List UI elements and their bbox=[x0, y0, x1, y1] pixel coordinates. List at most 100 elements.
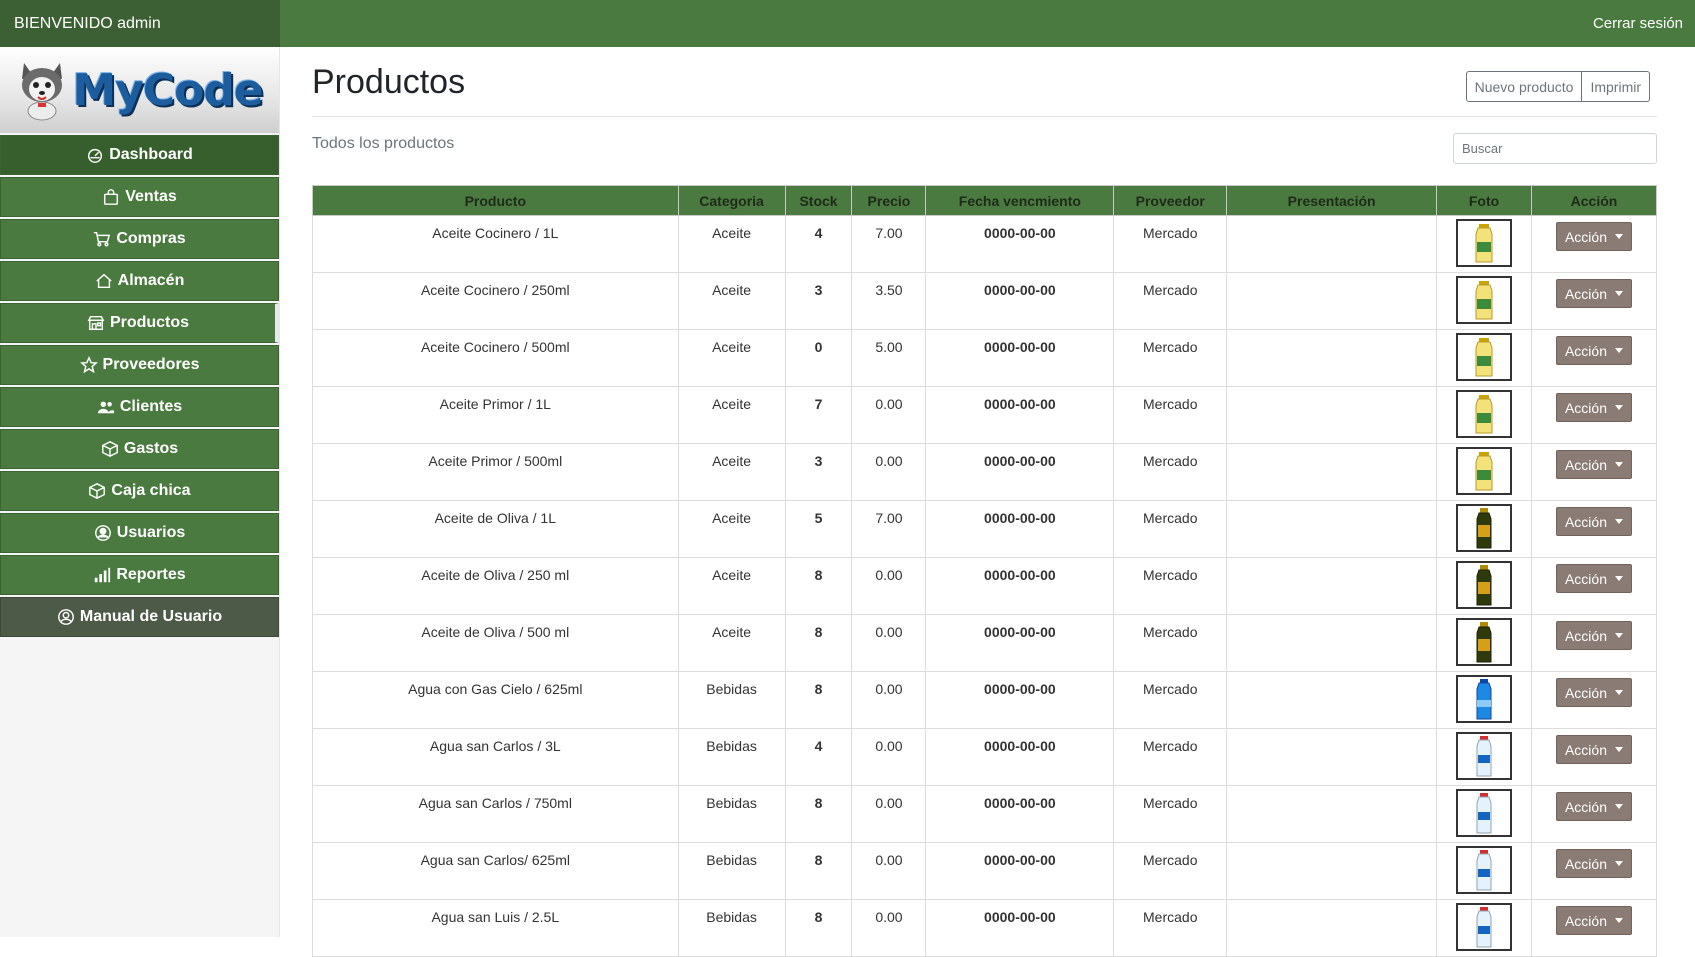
action-dropdown-button[interactable]: Acción bbox=[1555, 678, 1632, 707]
photo-cell bbox=[1436, 386, 1532, 444]
sidebar-item-label: Caja chica bbox=[111, 482, 191, 499]
category-cell: Aceite bbox=[677, 386, 786, 444]
action-dropdown-button[interactable]: Acción bbox=[1555, 792, 1632, 821]
expiry-date-cell: 0000-00-00 bbox=[925, 899, 1115, 957]
print-button[interactable]: Imprimir bbox=[1582, 71, 1650, 102]
product-name-cell: Agua san Carlos/ 625ml bbox=[312, 842, 679, 900]
sidebar-item-reportes[interactable]: Reportes bbox=[0, 555, 279, 595]
top-bar: BIENVENIDO admin Cerrar sesión bbox=[0, 0, 1695, 47]
action-dropdown-button[interactable]: Acción bbox=[1555, 621, 1632, 650]
category-cell: Bebidas bbox=[677, 899, 786, 957]
sidebar-item-compras[interactable]: Compras bbox=[0, 219, 279, 259]
shop-icon bbox=[87, 315, 105, 331]
shopping-bag-icon bbox=[104, 189, 119, 205]
product-photo[interactable] bbox=[1456, 276, 1513, 324]
supplier-cell: Mercado bbox=[1113, 272, 1228, 330]
section-subtitle: Todos los productos bbox=[312, 135, 455, 152]
product-photo[interactable] bbox=[1456, 561, 1513, 609]
table-row: Aceite Primor / 1L Aceite 7 0.00 0000-00-00 M… bbox=[312, 386, 1658, 444]
action-label: Acción bbox=[1564, 798, 1607, 815]
product-photo[interactable] bbox=[1456, 732, 1513, 780]
column-header[interactable]: Presentación bbox=[1226, 185, 1438, 216]
column-header[interactable]: Fecha vencmiento bbox=[925, 185, 1115, 216]
action-dropdown-button[interactable]: Acción bbox=[1555, 564, 1632, 593]
action-dropdown-button[interactable]: Acción bbox=[1555, 279, 1632, 308]
stock-cell: 8 bbox=[784, 842, 853, 900]
action-dropdown-button[interactable]: Acción bbox=[1555, 393, 1632, 422]
welcome-text: BIENVENIDO admin bbox=[0, 0, 280, 47]
photo-cell bbox=[1436, 557, 1532, 615]
sidebar-item-label: Usuarios bbox=[116, 524, 186, 541]
action-cell: Acción bbox=[1530, 785, 1658, 843]
table-row: Aceite de Oliva / 1L Aceite 5 7.00 0000-00-0… bbox=[312, 500, 1658, 558]
action-label: Acción bbox=[1564, 228, 1607, 245]
column-header[interactable]: Precio bbox=[851, 185, 927, 216]
caret-down-icon bbox=[1615, 690, 1623, 695]
action-dropdown-button[interactable]: Acción bbox=[1555, 906, 1632, 935]
photo-cell bbox=[1436, 443, 1532, 501]
logout-link[interactable]: Cerrar sesión bbox=[1593, 15, 1683, 32]
sidebar-item-gastos[interactable]: Gastos bbox=[0, 429, 279, 469]
people-icon bbox=[97, 401, 114, 414]
sidebar-item-dashboard[interactable]: Dashboard bbox=[0, 135, 279, 175]
product-photo[interactable] bbox=[1456, 390, 1513, 438]
product-photo[interactable] bbox=[1456, 846, 1513, 894]
column-header[interactable]: Producto bbox=[312, 185, 679, 216]
price-cell: 3.50 bbox=[851, 272, 927, 330]
product-photo[interactable] bbox=[1456, 903, 1513, 951]
action-cell: Acción bbox=[1530, 671, 1658, 729]
stock-cell: 8 bbox=[784, 785, 853, 843]
sidebar-item-label: Ventas bbox=[125, 188, 177, 205]
product-photo[interactable] bbox=[1456, 789, 1513, 837]
product-photo[interactable] bbox=[1456, 219, 1513, 267]
stock-cell: 3 bbox=[784, 443, 853, 501]
action-dropdown-button[interactable]: Acción bbox=[1555, 336, 1632, 365]
price-cell: 7.00 bbox=[851, 215, 927, 273]
product-photo[interactable] bbox=[1456, 447, 1513, 495]
sidebar-item-almacen[interactable]: Almacén bbox=[0, 261, 279, 301]
presentation-cell bbox=[1226, 728, 1438, 786]
sidebar-item-proveedores[interactable]: Proveedores bbox=[0, 345, 279, 385]
column-header[interactable]: Stock bbox=[784, 185, 853, 216]
column-header[interactable]: Categoria bbox=[677, 185, 786, 216]
sidebar-item-clientes[interactable]: Clientes bbox=[0, 387, 279, 427]
table-row: Aceite Cocinero / 250ml Aceite 3 3.50 0000-0… bbox=[312, 272, 1658, 330]
action-dropdown-button[interactable]: Acción bbox=[1555, 450, 1632, 479]
presentation-cell bbox=[1226, 272, 1438, 330]
sidebar-item-label: Reportes bbox=[116, 566, 186, 583]
sidebar-item-productos[interactable]: Productos bbox=[0, 303, 279, 343]
action-dropdown-button[interactable]: Acción bbox=[1555, 222, 1632, 251]
photo-cell bbox=[1436, 728, 1532, 786]
action-label: Acción bbox=[1564, 684, 1607, 701]
supplier-cell: Mercado bbox=[1113, 671, 1228, 729]
sidebar-item-ventas[interactable]: Ventas bbox=[0, 177, 279, 217]
action-cell: Acción bbox=[1530, 842, 1658, 900]
search-input[interactable] bbox=[1453, 133, 1657, 164]
star-icon bbox=[79, 356, 98, 374]
price-cell: 0.00 bbox=[851, 671, 927, 729]
expiry-date-cell: 0000-00-00 bbox=[925, 842, 1115, 900]
presentation-cell bbox=[1226, 215, 1438, 273]
action-cell: Acción bbox=[1530, 614, 1658, 672]
bottle-icon bbox=[1476, 793, 1492, 834]
product-photo[interactable] bbox=[1456, 504, 1513, 552]
action-label: Acción bbox=[1564, 513, 1607, 530]
sidebar-item-caja-chica[interactable]: Caja chica bbox=[0, 471, 279, 511]
new-product-button[interactable]: Nuevo producto bbox=[1465, 71, 1583, 102]
user-circle-icon bbox=[94, 525, 111, 541]
bottle-icon bbox=[1475, 281, 1493, 320]
action-dropdown-button[interactable]: Acción bbox=[1555, 849, 1632, 878]
product-photo[interactable] bbox=[1456, 333, 1513, 381]
price-cell: 0.00 bbox=[851, 899, 927, 957]
sidebar-item-usuarios[interactable]: Usuarios bbox=[0, 513, 279, 553]
action-dropdown-button[interactable]: Acción bbox=[1555, 507, 1632, 536]
sidebar-item-manual[interactable]: Manual de Usuario bbox=[0, 597, 279, 637]
product-photo[interactable] bbox=[1456, 675, 1513, 723]
user-circle-icon bbox=[57, 609, 74, 625]
box-icon bbox=[101, 440, 118, 458]
price-cell: 0.00 bbox=[851, 728, 927, 786]
column-header[interactable]: Proveedor bbox=[1113, 185, 1228, 216]
photo-cell bbox=[1436, 215, 1532, 273]
action-dropdown-button[interactable]: Acción bbox=[1555, 735, 1632, 764]
product-photo[interactable] bbox=[1456, 618, 1513, 666]
